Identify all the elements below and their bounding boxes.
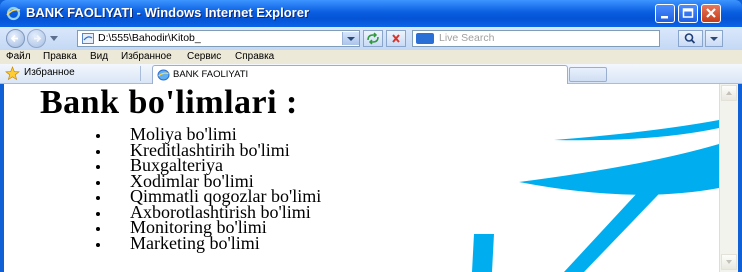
scroll-up-button[interactable] [721, 85, 737, 101]
favorites-star-icon[interactable] [5, 66, 20, 81]
back-arrow-icon [10, 34, 18, 43]
scroll-down-button[interactable] [721, 254, 737, 270]
close-button[interactable] [701, 4, 721, 23]
department-list: Moliya bo'limi Kreditlashtirih bo'limi B… [96, 125, 321, 251]
url-dropdown-button[interactable] [342, 32, 359, 45]
internet-explorer-icon [6, 6, 21, 21]
refresh-icon [367, 32, 379, 45]
cyan-stroke-vertical [472, 234, 494, 272]
window-frame-right [738, 84, 742, 272]
list-item: Marketing bo'limi [96, 234, 321, 251]
forward-arrow-icon [34, 34, 42, 43]
menu-edit[interactable]: Правка [43, 50, 77, 64]
forward-button[interactable] [27, 29, 46, 48]
tab-bank-faoliyati[interactable]: BANK FAOLIYATI [152, 65, 568, 84]
tab-label: BANK FAOLIYATI [173, 69, 249, 80]
magnifier-icon [684, 33, 696, 44]
live-search-logo-icon [416, 33, 434, 44]
new-tab-button[interactable] [569, 67, 607, 82]
favorites-label[interactable]: Избранное [24, 67, 75, 78]
search-button[interactable] [678, 30, 703, 47]
menu-favorites[interactable]: Избранное [121, 50, 172, 64]
toolbar-divider [140, 66, 141, 81]
cyan-swoosh-lower [519, 144, 719, 195]
page-content: Bank bo'limlari : Moliya bo'limi Kreditl… [4, 84, 719, 272]
window-title: BANK FAOLIYATI - Windows Internet Explor… [26, 5, 310, 20]
page-title: Bank bo'limlari : [40, 84, 298, 121]
url-field[interactable]: D:\555\Bahodir\Kitob_ [77, 30, 360, 47]
cyan-swoosh-upper [554, 120, 719, 141]
address-bar: D:\555\Bahodir\Kitob_ Live Search [0, 27, 742, 50]
history-dropdown[interactable] [50, 36, 58, 41]
stop-icon [392, 34, 400, 43]
browser-window: BANK FAOLIYATI - Windows Internet Explor… [0, 0, 742, 272]
close-icon [706, 8, 716, 18]
maximize-icon [682, 8, 694, 18]
stop-button[interactable] [386, 30, 406, 47]
minimize-button[interactable] [655, 4, 675, 23]
maximize-button[interactable] [678, 4, 698, 23]
title-bar[interactable]: BANK FAOLIYATI - Windows Internet Explor… [0, 0, 742, 27]
window-frame-left [0, 84, 4, 272]
menu-tools[interactable]: Сервис [187, 50, 221, 64]
vertical-scrollbar[interactable] [719, 84, 738, 272]
menu-help[interactable]: Справка [235, 50, 274, 64]
favorites-bar: Избранное BANK FAOLIYATI [0, 64, 742, 84]
menu-file[interactable]: Файл [6, 50, 31, 64]
url-text: D:\555\Bahodir\Kitob_ [98, 32, 201, 44]
search-placeholder: Live Search [439, 32, 495, 44]
menu-view[interactable]: Вид [90, 50, 108, 64]
search-options-button[interactable] [705, 30, 723, 47]
search-field[interactable]: Live Search [412, 30, 660, 47]
back-button[interactable] [6, 29, 25, 48]
refresh-button[interactable] [363, 30, 383, 47]
menu-bar: Файл Правка Вид Избранное Сервис Справка [0, 50, 742, 64]
minimize-icon [661, 16, 668, 19]
page-tab-icon [157, 69, 170, 81]
page-icon [82, 33, 94, 44]
